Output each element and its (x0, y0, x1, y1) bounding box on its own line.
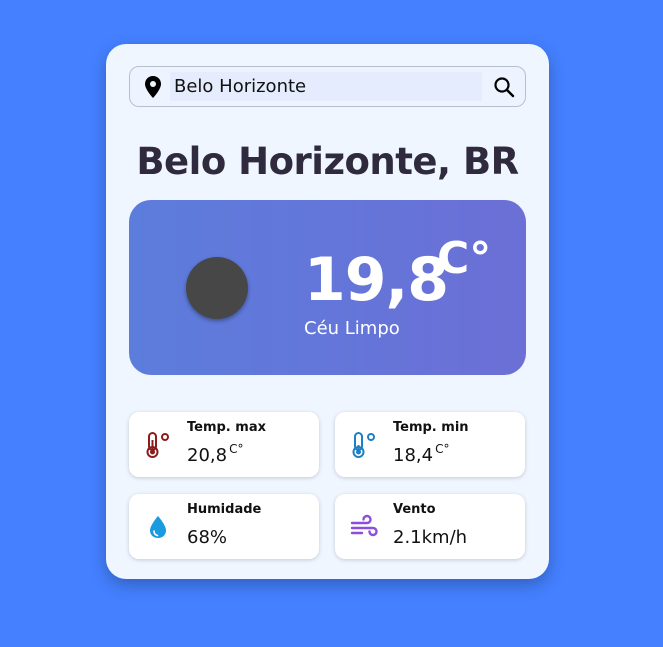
stat-temp-max-value: 20,8 C° (187, 442, 244, 466)
weather-card: Belo Horizonte, BR 19,8 C° Céu Limpo Tem… (106, 44, 549, 579)
stat-temp-min-label: Temp. min (393, 420, 469, 435)
stat-temp-max-unit: C° (229, 442, 244, 456)
stat-humidity-label: Humidade (187, 502, 262, 517)
stat-wind-label: Vento (393, 502, 436, 517)
stat-humidity-value: 68% (187, 527, 228, 548)
stat-wind: Vento 2.1km/h (335, 494, 525, 559)
thermometer-cold-icon (352, 432, 375, 458)
current-weather-panel: 19,8 C° Céu Limpo (129, 200, 526, 375)
weather-icon (186, 257, 248, 319)
stat-temp-max: Temp. max 20,8 C° (129, 412, 319, 477)
weather-condition: Céu Limpo (304, 318, 400, 339)
temperature-unit: C° (437, 233, 492, 284)
stat-temp-min: Temp. min 18,4 C° (335, 412, 525, 477)
wind-icon (350, 514, 378, 537)
search-icon[interactable] (492, 75, 516, 99)
search-input[interactable] (170, 72, 482, 101)
search-bar (129, 66, 526, 107)
stat-temp-min-value: 18,4 C° (393, 442, 450, 466)
stat-wind-value: 2.1km/h (393, 527, 468, 548)
temperature-value: 19,8 (304, 245, 449, 315)
stat-humidity: Humidade 68% (129, 494, 319, 559)
stat-temp-min-unit: C° (435, 442, 450, 456)
map-pin-icon (145, 76, 161, 98)
water-drop-icon (150, 516, 166, 538)
stat-temp-max-label: Temp. max (187, 420, 266, 435)
thermometer-hot-icon (146, 432, 169, 458)
city-title: Belo Horizonte, BR (136, 140, 519, 183)
